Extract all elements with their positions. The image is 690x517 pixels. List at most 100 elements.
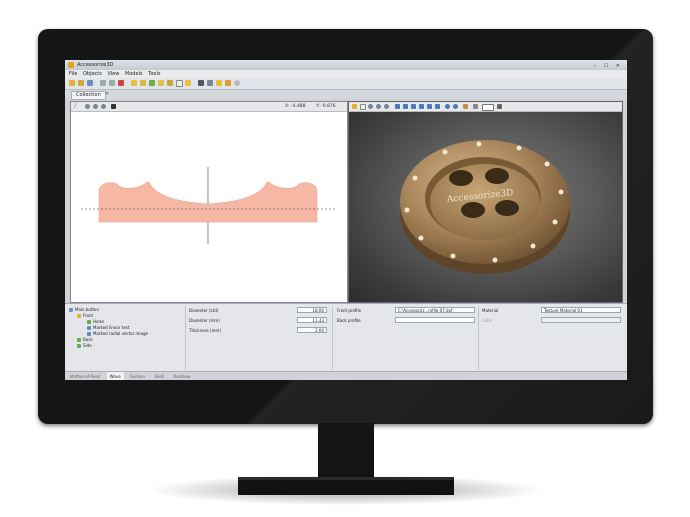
thickness-field[interactable]: 2.00 [297, 327, 327, 333]
view-left-icon[interactable] [411, 104, 416, 109]
back-profile-label: Back profile [337, 318, 361, 323]
button-hole [449, 170, 473, 186]
tab-close-icon[interactable]: ✕ [105, 90, 109, 99]
button-hole [485, 168, 509, 184]
app-icon [68, 62, 74, 68]
tab-collection[interactable]: Collection [71, 91, 106, 100]
view-top-icon[interactable] [427, 104, 432, 109]
pencil-icon[interactable]: ╱ [74, 102, 77, 111]
color-picker[interactable] [541, 317, 621, 323]
button-3d-render: Accessorize3D [400, 140, 570, 274]
thickness-label: Thickness (mm) [189, 328, 221, 333]
view-bottom-icon[interactable] [435, 104, 440, 109]
properties-panel: Main button Front Holes Marked linear te… [65, 303, 627, 372]
coord-y-readout: Y: -0.876 [316, 104, 336, 109]
axes-icon[interactable] [463, 104, 468, 109]
tab-mother-of-pearl[interactable]: Mother-of-Pearl [67, 372, 103, 380]
front-profile-field[interactable]: C:\Accessoriz...rofile 07.dxf [395, 307, 475, 313]
panel-divider [185, 306, 186, 370]
back-icon [77, 338, 81, 342]
menu-models[interactable]: Models [125, 71, 143, 77]
title-bar: Accessorize3D – ☐ ✕ [65, 60, 627, 70]
tree-item[interactable]: Side [69, 343, 183, 349]
profile-editor-pane[interactable]: ╱ X: -4.488 Y: -0.876 [70, 101, 348, 303]
coord-x-readout: X: -4.488 [285, 104, 306, 109]
menu-objects[interactable]: Objects [83, 71, 102, 77]
undo-icon[interactable] [100, 80, 106, 86]
diameter-ltd-label: Diameter (Ltd) [189, 308, 219, 313]
text-icon [87, 326, 91, 330]
render-viewport: Accessorize3D [349, 112, 622, 302]
view-front-icon[interactable] [395, 104, 400, 109]
profile-toolbar: ╱ X: -4.488 Y: -0.876 [71, 102, 347, 112]
object-icon [69, 308, 73, 312]
menu-tools[interactable]: Tools [148, 71, 160, 77]
panel-divider [332, 306, 333, 370]
render-mode-icon[interactable] [352, 104, 357, 109]
zoom-in-icon[interactable] [85, 104, 90, 109]
tab-rainbow[interactable]: Rainbow [170, 372, 193, 380]
background-color-icon[interactable] [482, 104, 494, 111]
button-hole [461, 202, 485, 218]
document-tabs: Collection ✕ [65, 90, 627, 100]
object-tree: Main button Front Holes Marked linear te… [69, 307, 183, 369]
material-icon[interactable] [225, 80, 231, 86]
menu-bar: File Objects View Models Tools [65, 70, 627, 78]
zoom-out-3d-icon[interactable] [376, 104, 381, 109]
render-toolbar [349, 102, 622, 112]
pointer-icon[interactable] [111, 104, 116, 109]
button-hole [495, 200, 519, 216]
holes-icon [87, 320, 91, 324]
tab-shell[interactable]: Shell [151, 372, 167, 380]
render-icon[interactable] [185, 80, 191, 86]
color-label: Color [482, 318, 493, 323]
zoom-in-3d-icon[interactable] [368, 104, 373, 109]
light-icon[interactable] [216, 80, 222, 86]
vector-icon [87, 332, 91, 336]
print-icon[interactable] [176, 80, 183, 87]
settings-icon[interactable] [207, 80, 213, 86]
new-icon[interactable] [69, 80, 75, 86]
front-profile-label: Front profile [337, 308, 362, 313]
back-profile-field[interactable] [395, 317, 475, 323]
zoom-fit-icon[interactable] [101, 104, 106, 109]
view-back-icon[interactable] [403, 104, 408, 109]
front-icon [77, 314, 81, 318]
ruler-icon[interactable] [473, 104, 478, 109]
diameter-ltd-field[interactable]: 18.00 [297, 307, 327, 313]
panel-divider [478, 306, 479, 370]
export-icon[interactable] [140, 80, 146, 86]
open-icon[interactable] [78, 80, 84, 86]
render-pane[interactable]: Accessorize3D [348, 101, 623, 303]
monitor-stand-neck [318, 423, 374, 478]
orbit-icon[interactable] [453, 104, 458, 109]
folder-icon[interactable] [158, 80, 164, 86]
redo-icon[interactable] [109, 80, 115, 86]
rotate-icon[interactable] [445, 104, 450, 109]
import-icon[interactable] [131, 80, 137, 86]
tab-fashion[interactable]: Fashion [127, 372, 148, 380]
material-tabs: Mother-of-Pearl Wave Fashion Shell Rainb… [65, 371, 627, 380]
material-select[interactable]: Texture Material 01 [541, 307, 621, 313]
zoom-out-icon[interactable] [93, 104, 98, 109]
menu-file[interactable]: File [69, 71, 77, 77]
diameter-mm-field[interactable]: 11.43 [297, 317, 327, 323]
add-object-icon[interactable] [149, 80, 155, 86]
view-right-icon[interactable] [419, 104, 424, 109]
material-label: Material [482, 308, 499, 313]
diameter-mm-label: Diameter (mm) [189, 318, 220, 323]
layers-icon[interactable] [167, 80, 173, 86]
side-icon [77, 344, 81, 348]
delete-icon[interactable] [118, 80, 124, 86]
save-icon[interactable] [87, 80, 93, 86]
profile-canvas[interactable] [71, 112, 347, 302]
tab-collection-label: Collection [76, 92, 101, 98]
select-icon[interactable] [360, 104, 366, 110]
stand-base-edge [238, 477, 454, 480]
help-icon[interactable] [234, 80, 240, 86]
text-tool-icon[interactable] [198, 80, 204, 86]
tab-wave[interactable]: Wave [106, 372, 124, 380]
more-icon[interactable] [497, 104, 502, 109]
menu-view[interactable]: View [107, 71, 119, 77]
zoom-fit-3d-icon[interactable] [384, 104, 389, 109]
